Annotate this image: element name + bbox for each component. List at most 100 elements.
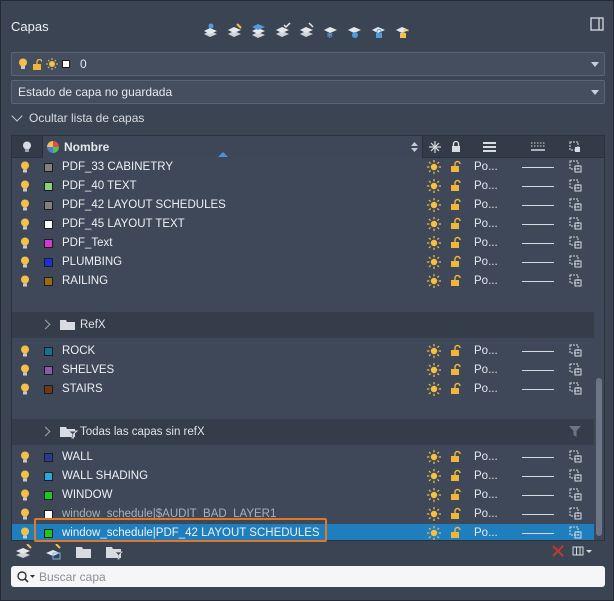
new-group-filter-icon[interactable] — [75, 544, 93, 560]
layer-row[interactable]: window_schedule|PDF_42 LAYOUT SCHEDULES P… — [12, 524, 594, 540]
unlock-icon[interactable] — [450, 179, 462, 195]
layer-row[interactable]: RAILING Po... — [12, 272, 594, 291]
bulb-icon[interactable] — [20, 161, 30, 177]
linetype-sample[interactable] — [522, 533, 554, 534]
bulb-icon[interactable] — [20, 470, 30, 486]
layer-row[interactable]: WALL Po... — [12, 448, 594, 467]
layer-name[interactable]: PDF_40 TEXT — [62, 180, 137, 192]
plot-style-value[interactable]: Po... — [474, 218, 498, 230]
layer-lock-icon[interactable] — [369, 21, 388, 40]
layer-color-swatch[interactable] — [44, 220, 53, 229]
layer-row[interactable]: PDF_42 LAYOUT SCHEDULES Po... — [12, 196, 594, 215]
bulb-icon[interactable] — [20, 489, 30, 505]
unlock-icon[interactable] — [450, 198, 462, 214]
layer-color-swatch[interactable] — [44, 472, 53, 481]
layer-freeze-icon[interactable]: ❄ — [321, 21, 340, 40]
new-layer-vp-frozen-icon[interactable] — [45, 544, 63, 560]
viewport-freeze-icon[interactable] — [569, 450, 582, 466]
plot-style-value[interactable]: Po... — [474, 383, 498, 395]
linetype-sample[interactable] — [522, 205, 554, 206]
bulb-icon[interactable] — [20, 256, 30, 272]
linetype-sample[interactable] — [522, 262, 554, 263]
scrollbar[interactable] — [595, 158, 604, 540]
viewport-freeze-icon[interactable] — [569, 217, 582, 233]
layer-name[interactable]: SHELVES — [62, 364, 114, 376]
unlock-icon[interactable] — [450, 488, 462, 504]
scrollbar-thumb[interactable] — [596, 378, 602, 536]
linetype-sample[interactable] — [522, 476, 554, 477]
current-layer-dropdown[interactable]: 0 — [11, 52, 605, 76]
sun-icon[interactable] — [427, 255, 441, 272]
bulb-icon[interactable] — [20, 180, 30, 196]
viewport-freeze-icon[interactable] — [569, 488, 582, 504]
layer-row[interactable]: WALL SHADING Po... — [12, 467, 594, 486]
unlock-icon[interactable] — [450, 450, 462, 466]
layer-color-swatch[interactable] — [44, 182, 53, 191]
layer-name[interactable]: WALL SHADING — [62, 470, 148, 482]
sun-icon[interactable] — [427, 344, 441, 361]
layer-color-swatch[interactable] — [44, 510, 53, 519]
plot-style-value[interactable]: Po... — [474, 275, 498, 287]
layer-match-icon[interactable] — [201, 21, 220, 40]
columns-menu-icon[interactable] — [572, 545, 592, 557]
bulb-icon[interactable] — [20, 383, 30, 399]
plot-style-value[interactable]: Po... — [474, 489, 498, 501]
layer-name[interactable]: WALL — [62, 451, 93, 463]
sun-icon[interactable] — [427, 363, 441, 380]
layer-color-swatch[interactable] — [44, 163, 53, 172]
layer-name[interactable]: PDF_42 LAYOUT SCHEDULES — [62, 199, 226, 211]
unlock-icon[interactable] — [450, 382, 462, 398]
layer-state-dropdown[interactable]: Estado de capa no guardada — [11, 80, 605, 104]
sun-icon[interactable] — [427, 236, 441, 253]
viewport-freeze-icon[interactable] — [569, 160, 582, 176]
chevron-right-icon[interactable] — [40, 426, 51, 437]
layer-name[interactable]: window_schedule|PDF_42 LAYOUT SCHEDULES — [62, 527, 320, 539]
bulb-icon[interactable] — [20, 451, 30, 467]
sun-icon[interactable] — [427, 488, 441, 505]
linetype-sample[interactable] — [522, 243, 554, 244]
linetype-sample[interactable] — [522, 186, 554, 187]
layer-color-swatch[interactable] — [44, 201, 53, 210]
sun-icon[interactable] — [427, 450, 441, 467]
layer-row[interactable]: PDF_45 LAYOUT TEXT Po... — [12, 215, 594, 234]
viewport-freeze-icon[interactable] — [569, 344, 582, 360]
sun-icon[interactable] — [427, 217, 441, 234]
viewport-freeze-column-icon[interactable] — [568, 139, 582, 155]
sun-icon[interactable] — [427, 160, 441, 177]
viewport-freeze-icon[interactable] — [569, 363, 582, 379]
plot-style-value[interactable]: Po... — [474, 199, 498, 211]
unlock-icon[interactable] — [450, 526, 462, 540]
layer-name[interactable]: PLUMBING — [62, 256, 122, 268]
layer-name[interactable]: PDF_33 CABINETRY — [62, 161, 173, 173]
layer-name[interactable]: PDF_45 LAYOUT TEXT — [62, 218, 185, 230]
bulb-icon[interactable] — [20, 275, 30, 291]
delete-layer-icon[interactable] — [552, 545, 564, 557]
bulb-icon[interactable] — [20, 218, 30, 234]
plot-style-value[interactable]: Po... — [474, 508, 498, 520]
search-layer-box[interactable] — [11, 566, 605, 587]
layer-row[interactable]: SHELVES Po... — [12, 361, 594, 380]
layer-group-header[interactable]: Todas las capas sin refX — [12, 419, 594, 445]
layer-color-swatch[interactable] — [44, 366, 53, 375]
sun-icon[interactable] — [427, 507, 441, 524]
unlock-icon[interactable] — [450, 507, 462, 523]
dock-panel-icon[interactable] — [590, 17, 604, 31]
linetype-sample[interactable] — [522, 389, 554, 390]
viewport-freeze-icon[interactable] — [569, 507, 582, 523]
plot-style-value[interactable]: Po... — [474, 527, 498, 539]
layer-name[interactable]: ROCK — [62, 345, 95, 357]
lock-column-icon[interactable] — [450, 139, 462, 155]
layer-off-icon[interactable] — [297, 21, 316, 40]
viewport-freeze-icon[interactable] — [569, 179, 582, 195]
on-column-bulb-icon[interactable] — [20, 139, 34, 155]
bulb-icon[interactable] — [20, 237, 30, 253]
layer-color-swatch[interactable] — [44, 529, 53, 538]
layer-color-swatch[interactable] — [44, 258, 53, 267]
layer-row[interactable]: PDF_40 TEXT Po... — [12, 177, 594, 196]
layer-color-swatch[interactable] — [44, 453, 53, 462]
filter-icon[interactable] — [569, 426, 581, 440]
unlock-icon[interactable] — [450, 217, 462, 233]
unlock-icon[interactable] — [450, 255, 462, 271]
chevron-right-icon[interactable] — [40, 319, 51, 330]
new-layer-icon[interactable] — [15, 544, 33, 560]
